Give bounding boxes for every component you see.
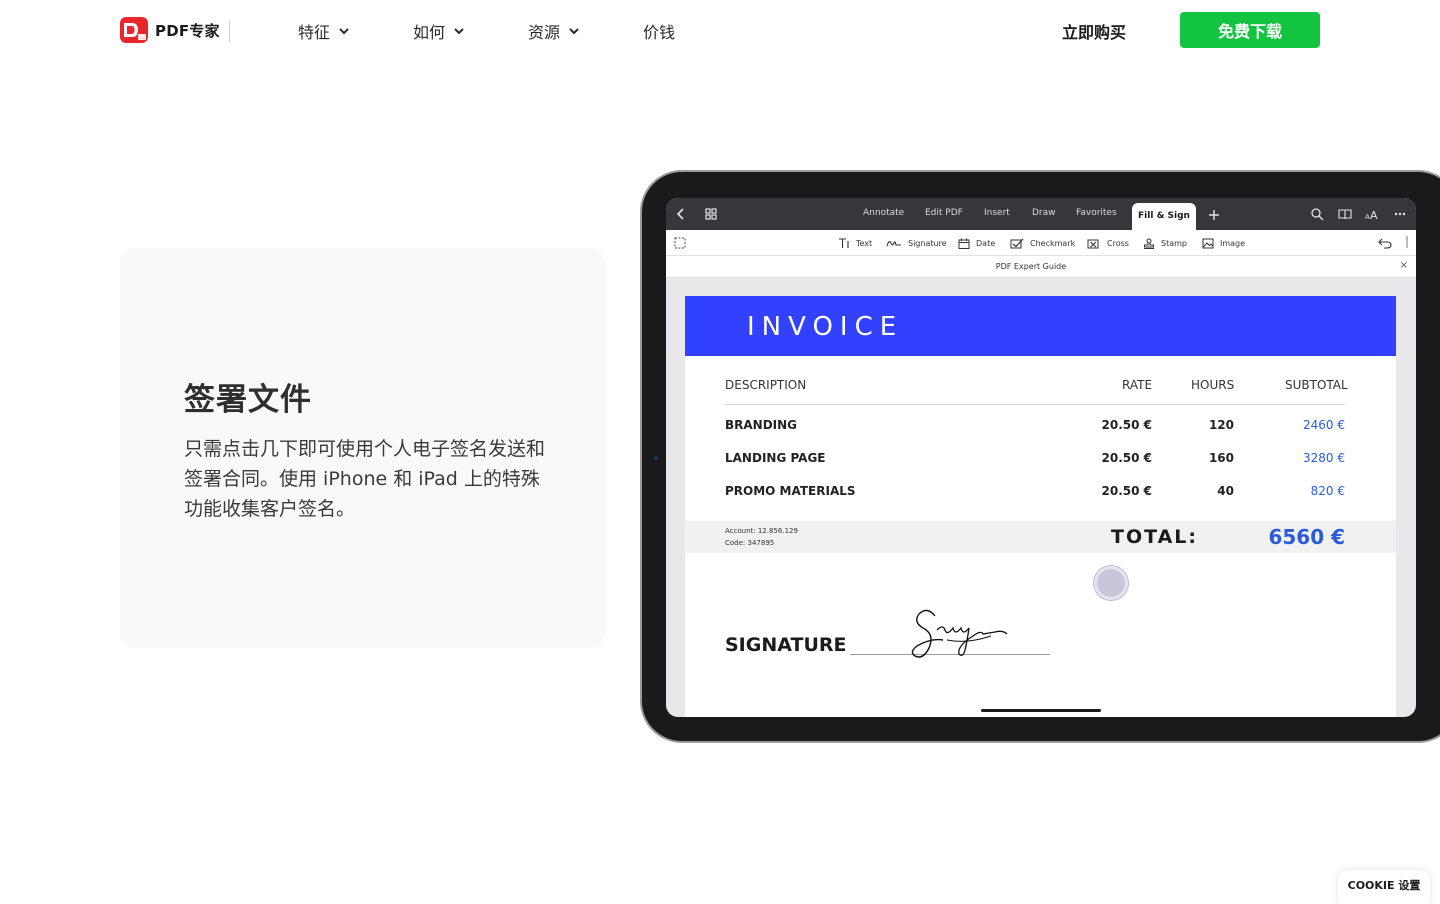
tool-label: Cross <box>1107 239 1129 248</box>
plus-icon <box>1209 210 1219 220</box>
chevron-down-icon <box>569 28 579 35</box>
chevron-down-icon <box>454 28 464 35</box>
tool-date[interactable]: Date <box>958 238 995 249</box>
signature-tool-icon <box>886 240 901 247</box>
tool-image[interactable]: Image <box>1202 238 1245 249</box>
logo-divider <box>229 20 230 42</box>
signature-label: SIGNATURE <box>725 634 847 656</box>
chevron-down-icon <box>339 28 349 35</box>
document-tab-bar: PDF Expert Guide × <box>666 256 1416 278</box>
buy-now-link[interactable]: 立即购买 <box>1062 19 1126 43</box>
tool-stamp[interactable]: Stamp <box>1143 238 1187 249</box>
tool-label: Checkmark <box>1030 239 1076 248</box>
back-icon <box>676 208 684 220</box>
image-icon <box>1202 238 1214 249</box>
text-tool-icon <box>839 238 849 248</box>
row-subtotal: 820 € <box>1310 484 1345 498</box>
total-value: 6560 € <box>1268 525 1345 549</box>
tool-label: Signature <box>908 239 947 248</box>
pdf-expert-logo-icon <box>120 17 148 43</box>
row-hours: 40 <box>1217 484 1234 498</box>
site-logo[interactable]: PDF专家 <box>120 17 220 43</box>
tab-edit-pdf[interactable]: Edit PDF <box>925 208 963 218</box>
tab-favorites[interactable]: Favorites <box>1076 208 1117 218</box>
tool-label: Stamp <box>1161 239 1187 248</box>
free-download-button[interactable]: 免费下载 <box>1180 12 1320 48</box>
nav-item-label: 特征 <box>298 23 331 42</box>
row-description: PROMO MATERIALS <box>725 484 856 498</box>
cookie-settings-button[interactable]: COOKIE 设置 <box>1338 870 1430 904</box>
calendar-icon <box>958 238 970 249</box>
ipad-camera <box>654 456 658 460</box>
tool-text[interactable]: Text <box>838 238 872 249</box>
tab-draw[interactable]: Draw <box>1032 208 1056 218</box>
row-subtotal: 2460 € <box>1303 418 1345 432</box>
grid-icon <box>705 208 717 220</box>
main-nav: 特征 如何 资源 价钱 <box>298 19 675 43</box>
site-header: PDF专家 特征 如何 资源 价钱 立即购买 免费下载 <box>0 0 1440 62</box>
ipad-mockup: Annotate Edit PDF Insert Draw Favorites … <box>640 170 1440 743</box>
invoice-page: INVOICE DESCRIPTION RATE HOURS SUBTOTAL … <box>685 296 1396 717</box>
account-info: Account: 12.856.129 Code: 347895 <box>725 525 798 549</box>
row-rate: 20.50 € <box>1101 484 1152 498</box>
svg-text:A: A <box>1370 209 1378 221</box>
column-header-rate: RATE <box>1122 378 1153 392</box>
row-description: BRANDING <box>725 418 798 432</box>
invoice-header: INVOICE <box>685 296 1396 356</box>
tab-insert[interactable]: Insert <box>984 208 1010 218</box>
ipad-screen: Annotate Edit PDF Insert Draw Favorites … <box>666 198 1416 717</box>
nav-item-label: 价钱 <box>643 23 676 42</box>
drag-handle[interactable] <box>1406 236 1408 248</box>
text-size-icon: AA <box>1365 209 1378 221</box>
tool-checkmark[interactable]: Checkmark <box>1010 238 1075 249</box>
tool-label: Text <box>856 239 873 248</box>
row-rate: 20.50 € <box>1101 418 1152 432</box>
nav-item-how[interactable]: 如何 <box>413 19 528 43</box>
nav-item-resources[interactable]: 资源 <box>528 19 643 43</box>
row-subtotal: 3280 € <box>1303 451 1345 465</box>
table-divider <box>725 404 1345 405</box>
nav-item-label: 如何 <box>413 23 446 42</box>
nav-item-features[interactable]: 特征 <box>298 19 413 43</box>
feature-card: 签署文件 只需点击几下即可使用个人电子签名发送和签署合同。使用 iPhone 和… <box>120 248 606 648</box>
tool-signature[interactable]: Signature <box>886 238 947 249</box>
more-icon <box>1394 212 1406 216</box>
invoice-title: INVOICE <box>747 312 904 342</box>
row-hours: 160 <box>1208 451 1234 465</box>
app-top-toolbar: Annotate Edit PDF Insert Draw Favorites … <box>666 198 1416 230</box>
checkmark-icon <box>1010 238 1024 249</box>
nav-item-pricing[interactable]: 价钱 <box>643 19 675 43</box>
tool-label: Date <box>976 239 996 248</box>
search-icon <box>1311 208 1324 221</box>
home-indicator <box>981 709 1101 712</box>
column-header-subtotal: SUBTOTAL <box>1285 378 1348 392</box>
total-label: TOTAL: <box>1111 526 1199 548</box>
document-title: PDF Expert Guide <box>995 262 1067 271</box>
column-header-description: DESCRIPTION <box>725 378 807 392</box>
tool-label: Image <box>1220 239 1246 248</box>
tab-fill-and-sign[interactable]: Fill & Sign <box>1132 203 1196 230</box>
select-tool-icon[interactable] <box>674 237 686 249</box>
handwritten-signature <box>911 609 1008 658</box>
feature-title: 签署文件 <box>184 382 312 418</box>
fill-sign-toolbar: Text Signature Date Checkmark Cross Stam… <box>666 230 1416 256</box>
cross-icon <box>1087 239 1099 249</box>
tool-cross[interactable]: Cross <box>1087 238 1129 249</box>
stamp-icon <box>1144 238 1154 249</box>
touch-indicator <box>1094 566 1128 600</box>
feature-description: 只需点击几下即可使用个人电子签名发送和签署合同。使用 iPhone 和 iPad… <box>184 438 546 520</box>
tab-annotate[interactable]: Annotate <box>863 208 904 218</box>
undo-icon[interactable] <box>1378 237 1392 249</box>
total-band: Account: 12.856.129 Code: 347895 TOTAL: … <box>685 521 1396 553</box>
close-document-icon[interactable]: × <box>1400 260 1408 271</box>
logo-text: PDF专家 <box>155 21 220 40</box>
account-number: Account: 12.856.129 <box>725 527 798 535</box>
column-header-hours: HOURS <box>1191 378 1235 392</box>
account-code: Code: 347895 <box>725 539 775 547</box>
row-rate: 20.50 € <box>1101 451 1152 465</box>
row-description: LANDING PAGE <box>725 451 826 465</box>
book-icon <box>1338 209 1352 220</box>
nav-item-label: 资源 <box>528 23 561 42</box>
row-hours: 120 <box>1208 418 1234 432</box>
